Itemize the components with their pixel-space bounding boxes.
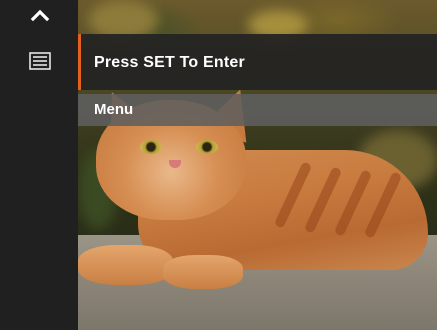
menu-section-label: Menu <box>94 101 134 118</box>
camera-screen: Press SET To Enter Menu <box>0 0 437 330</box>
press-set-menu-item[interactable]: Press SET To Enter <box>78 34 437 90</box>
cat-eye-left <box>140 140 162 154</box>
sidebar <box>0 0 78 330</box>
cat-paw-back <box>163 255 243 289</box>
chevron-up-icon[interactable] <box>29 6 51 24</box>
menu-section-header: Menu <box>78 94 437 126</box>
press-set-label: Press SET To Enter <box>94 54 245 71</box>
cat-paw-front <box>78 245 173 285</box>
menu-list-icon[interactable] <box>29 52 51 70</box>
cat-eye-right <box>196 140 218 154</box>
selection-accent <box>78 34 81 90</box>
